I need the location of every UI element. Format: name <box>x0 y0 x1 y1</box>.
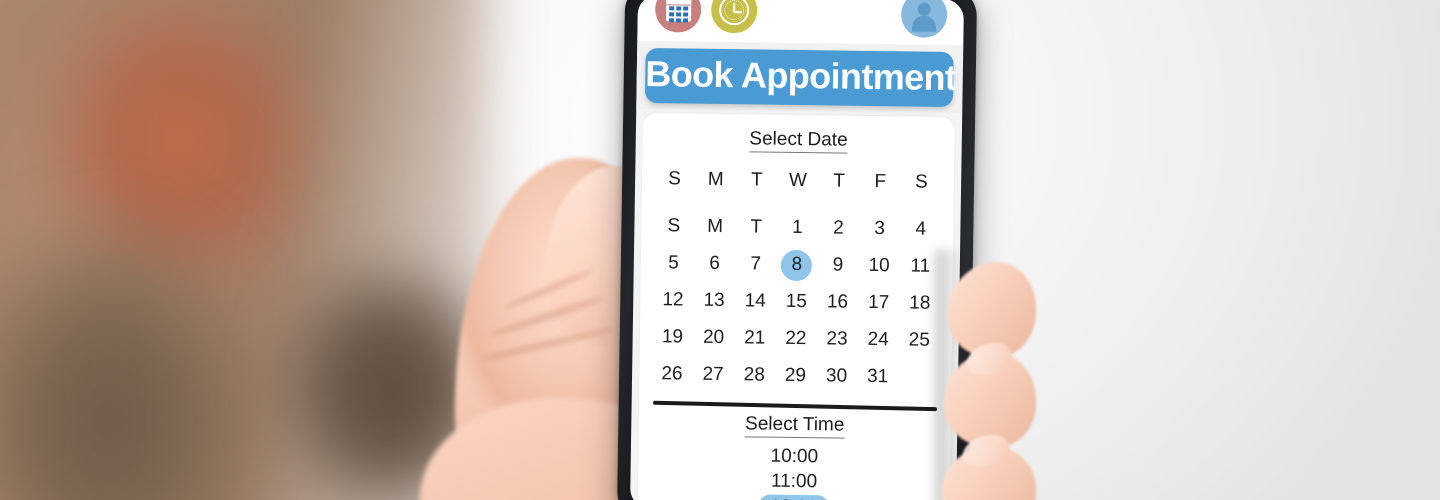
clock-icon[interactable] <box>710 0 758 34</box>
calendar-date-cell[interactable]: 21 <box>734 320 776 358</box>
book-appointment-button[interactable]: Book Appointment <box>644 48 957 107</box>
selected-time-highlight: 13:30 <box>758 494 829 500</box>
user-avatar-icon[interactable] <box>900 0 948 38</box>
calendar-weekday-header: F <box>874 171 887 193</box>
select-date-heading: Select Date <box>654 121 942 155</box>
calendar-weekday-header: T <box>750 169 763 191</box>
calendar-icon[interactable] <box>654 0 702 33</box>
calendar-weekday-header: W <box>788 170 808 192</box>
calendar-date-cell[interactable]: 23 <box>816 321 858 359</box>
calendar-empty-cell <box>898 359 940 397</box>
calendar-date-cell[interactable]: 28 <box>733 357 775 395</box>
calendar-date-cell[interactable]: 12 <box>652 282 694 320</box>
selected-date-highlight: 8 <box>781 249 813 281</box>
calendar-weekday-header: T <box>833 170 846 192</box>
time-slot-list[interactable]: 10:0011:0013:30 <box>650 442 939 500</box>
photo-scene: Book Appointment Select Date SMTWTFS SMT… <box>0 0 1440 500</box>
calendar-date-cell[interactable]: 24 <box>857 322 899 360</box>
calendar-date-grid[interactable]: S M T 1 2 3 4 5 6 7 8 9 10 11 12 13 14 15 16 17 18 19 20 21 22 23… <box>651 208 941 397</box>
calendar-date-cell[interactable]: 20 <box>693 319 735 357</box>
calendar-date-cell[interactable]: 5 <box>653 245 695 283</box>
calendar-date-cell[interactable]: 16 <box>817 284 859 322</box>
calendar-date-cell[interactable]: S <box>653 208 695 246</box>
time-slot[interactable]: 10:00 <box>650 442 938 471</box>
calendar-date-cell[interactable]: 17 <box>858 285 900 323</box>
calendar-date-cell[interactable]: 26 <box>651 356 693 394</box>
calendar-weekday-row: SMTWTFS <box>654 161 942 202</box>
select-time-heading: Select Time <box>651 406 939 440</box>
calendar-date-cell-selected[interactable]: 8 <box>776 246 818 284</box>
calendar-date-cell[interactable]: 25 <box>898 322 940 360</box>
smartphone-device: Book Appointment Select Date SMTWTFS SMT… <box>616 0 978 500</box>
calendar-weekday-header: S <box>914 171 928 193</box>
phone-screen: Book Appointment Select Date SMTWTFS SMT… <box>629 0 965 500</box>
calendar-date-cell[interactable]: 22 <box>775 320 817 358</box>
calendar-weekday-header: S <box>668 168 682 190</box>
calendar-date-cell[interactable]: 6 <box>694 245 736 283</box>
calendar-date-cell[interactable]: 3 <box>859 211 901 249</box>
time-slot[interactable]: 11:00 <box>650 467 938 496</box>
calendar-date-cell[interactable]: 30 <box>816 358 858 396</box>
calendar-date-cell[interactable]: 19 <box>652 319 694 357</box>
app-topbar <box>636 0 964 46</box>
calendar-date-cell[interactable]: 27 <box>692 356 734 394</box>
calendar-date-cell[interactable]: 15 <box>776 283 818 321</box>
booking-card: Select Date SMTWTFS S M T 1 2 3 4 5 6 7 8 9 10 11 12 13… <box>637 112 955 500</box>
calendar-date-cell[interactable]: 1 <box>777 209 819 247</box>
select-date-label: Select Date <box>749 128 848 154</box>
cta-container: Book Appointment <box>635 40 963 113</box>
calendar-date-cell[interactable]: 10 <box>858 248 900 286</box>
calendar-date-cell[interactable]: 2 <box>818 210 860 248</box>
calendar-date-cell[interactable]: M <box>694 208 736 246</box>
calendar-date-cell[interactable]: 7 <box>735 246 777 284</box>
book-appointment-label: Book Appointment <box>645 53 957 99</box>
select-time-label: Select Time <box>744 413 845 439</box>
calendar-weekday-header: M <box>707 169 724 191</box>
calendar-date-cell[interactable]: 29 <box>775 357 817 395</box>
calendar-date-cell[interactable]: 14 <box>734 283 776 321</box>
calendar-date-cell[interactable]: 4 <box>900 211 942 249</box>
calendar-date-cell[interactable]: T <box>735 209 777 247</box>
calendar-date-cell[interactable]: 13 <box>693 282 735 320</box>
calendar-date-cell[interactable]: 9 <box>817 247 859 285</box>
calendar-date-cell[interactable]: 31 <box>857 359 899 397</box>
